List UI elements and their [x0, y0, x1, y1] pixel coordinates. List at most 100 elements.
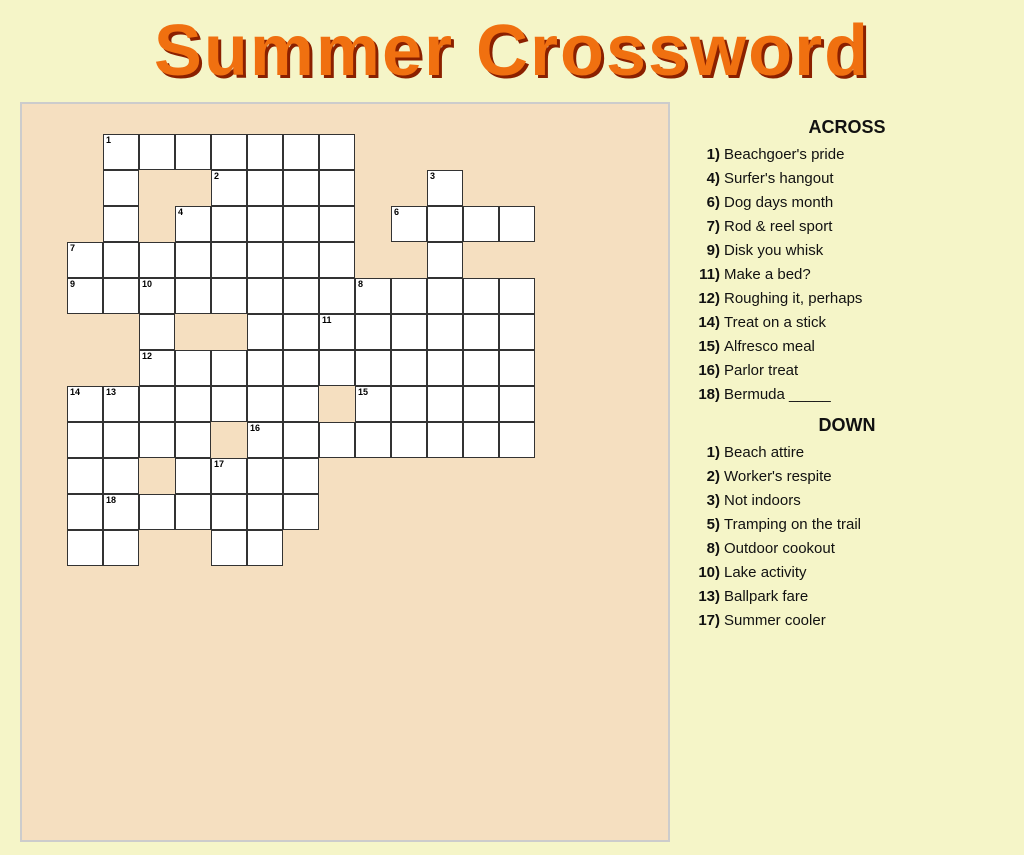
crossword-cell[interactable] — [139, 134, 175, 170]
crossword-cell[interactable] — [67, 422, 103, 458]
crossword-cell[interactable] — [319, 170, 355, 206]
crossword-cell[interactable] — [283, 242, 319, 278]
crossword-cell[interactable]: 16 — [247, 422, 283, 458]
crossword-cell[interactable] — [283, 494, 319, 530]
crossword-cell[interactable] — [247, 494, 283, 530]
crossword-cell[interactable] — [463, 206, 499, 242]
crossword-cell[interactable]: 15 — [355, 386, 391, 422]
crossword-cell[interactable] — [283, 350, 319, 386]
crossword-cell[interactable] — [103, 278, 139, 314]
crossword-cell[interactable] — [463, 350, 499, 386]
crossword-cell[interactable] — [211, 242, 247, 278]
crossword-cell[interactable] — [427, 206, 463, 242]
crossword-cell[interactable] — [247, 242, 283, 278]
crossword-cell[interactable] — [103, 170, 139, 206]
crossword-cell[interactable] — [283, 458, 319, 494]
crossword-cell[interactable]: 1 — [103, 134, 139, 170]
crossword-cell[interactable] — [499, 314, 535, 350]
crossword-cell[interactable]: 2 — [211, 170, 247, 206]
crossword-cell[interactable] — [103, 422, 139, 458]
crossword-cell[interactable]: 10 — [139, 278, 175, 314]
crossword-cell[interactable] — [427, 242, 463, 278]
crossword-cell[interactable] — [103, 530, 139, 566]
crossword-cell[interactable]: 9 — [67, 278, 103, 314]
crossword-cell[interactable] — [103, 242, 139, 278]
crossword-cell[interactable] — [211, 494, 247, 530]
crossword-cell[interactable] — [427, 314, 463, 350]
crossword-cell[interactable] — [283, 170, 319, 206]
crossword-cell[interactable] — [427, 278, 463, 314]
crossword-cell[interactable] — [283, 314, 319, 350]
crossword-cell[interactable] — [319, 278, 355, 314]
crossword-cell[interactable] — [211, 386, 247, 422]
crossword-cell[interactable] — [175, 350, 211, 386]
crossword-cell[interactable] — [391, 350, 427, 386]
crossword-cell[interactable] — [427, 350, 463, 386]
crossword-cell[interactable] — [499, 350, 535, 386]
crossword-cell[interactable] — [211, 350, 247, 386]
crossword-cell[interactable] — [283, 134, 319, 170]
crossword-cell[interactable] — [283, 278, 319, 314]
crossword-cell[interactable] — [247, 386, 283, 422]
crossword-cell[interactable] — [283, 422, 319, 458]
crossword-cell[interactable] — [103, 206, 139, 242]
crossword-cell[interactable] — [247, 314, 283, 350]
crossword-cell[interactable] — [175, 134, 211, 170]
crossword-cell[interactable] — [175, 278, 211, 314]
crossword-cell[interactable] — [355, 422, 391, 458]
crossword-cell[interactable] — [211, 278, 247, 314]
crossword-cell[interactable]: 14 — [67, 386, 103, 422]
crossword-cell[interactable] — [499, 422, 535, 458]
crossword-cell[interactable] — [499, 386, 535, 422]
crossword-cell[interactable] — [103, 458, 139, 494]
crossword-cell[interactable] — [175, 494, 211, 530]
crossword-cell[interactable] — [499, 278, 535, 314]
crossword-cell[interactable] — [139, 242, 175, 278]
crossword-cell[interactable] — [391, 422, 427, 458]
crossword-cell[interactable] — [391, 278, 427, 314]
crossword-cell[interactable] — [175, 458, 211, 494]
crossword-cell[interactable] — [175, 386, 211, 422]
crossword-cell[interactable] — [175, 242, 211, 278]
crossword-cell[interactable] — [211, 134, 247, 170]
crossword-cell[interactable]: 11 — [319, 314, 355, 350]
crossword-cell[interactable] — [463, 422, 499, 458]
crossword-cell[interactable] — [247, 170, 283, 206]
crossword-cell[interactable]: 17 — [211, 458, 247, 494]
crossword-cell[interactable] — [283, 386, 319, 422]
crossword-cell[interactable] — [211, 530, 247, 566]
crossword-cell[interactable] — [283, 206, 319, 242]
crossword-cell[interactable] — [139, 386, 175, 422]
crossword-cell[interactable] — [67, 530, 103, 566]
crossword-cell[interactable] — [139, 314, 175, 350]
crossword-cell[interactable] — [355, 314, 391, 350]
crossword-cell[interactable] — [391, 314, 427, 350]
crossword-cell[interactable] — [247, 206, 283, 242]
crossword-cell[interactable] — [391, 386, 427, 422]
crossword-cell[interactable] — [427, 422, 463, 458]
crossword-cell[interactable]: 18 — [103, 494, 139, 530]
crossword-cell[interactable] — [67, 494, 103, 530]
crossword-cell[interactable] — [499, 206, 535, 242]
crossword-cell[interactable] — [247, 458, 283, 494]
crossword-cell[interactable] — [247, 134, 283, 170]
crossword-cell[interactable]: 12 — [139, 350, 175, 386]
crossword-cell[interactable]: 6 — [391, 206, 427, 242]
crossword-cell[interactable] — [319, 350, 355, 386]
crossword-cell[interactable] — [319, 206, 355, 242]
crossword-cell[interactable] — [355, 350, 391, 386]
crossword-cell[interactable]: 3 — [427, 170, 463, 206]
crossword-cell[interactable]: 4 — [175, 206, 211, 242]
crossword-cell[interactable]: 8 — [355, 278, 391, 314]
crossword-cell[interactable] — [319, 422, 355, 458]
crossword-cell[interactable] — [319, 134, 355, 170]
crossword-cell[interactable] — [247, 350, 283, 386]
crossword-cell[interactable] — [247, 278, 283, 314]
crossword-cell[interactable] — [139, 494, 175, 530]
crossword-cell[interactable]: 13 — [103, 386, 139, 422]
crossword-cell[interactable] — [463, 278, 499, 314]
crossword-cell[interactable] — [211, 206, 247, 242]
crossword-cell[interactable] — [175, 422, 211, 458]
crossword-cell[interactable] — [139, 422, 175, 458]
crossword-cell[interactable] — [427, 386, 463, 422]
